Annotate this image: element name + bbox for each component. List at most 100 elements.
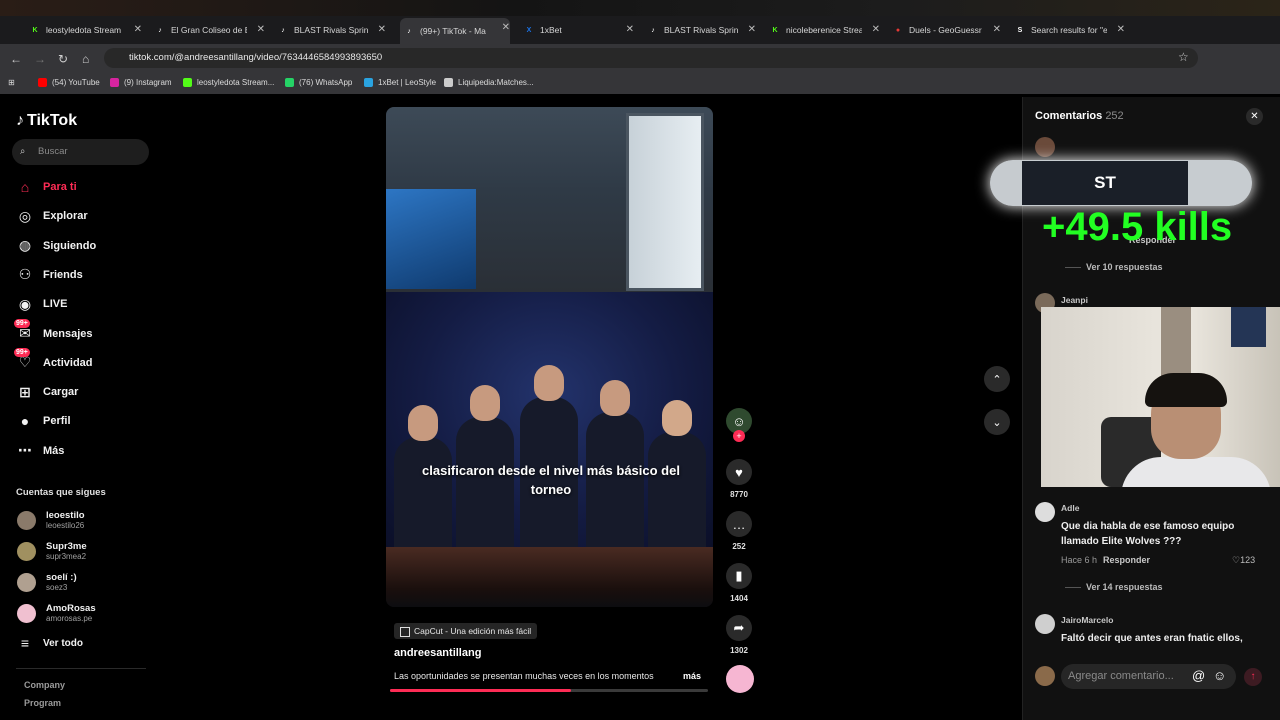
avatar[interactable] — [1035, 502, 1055, 522]
more-button[interactable]: más — [683, 671, 701, 681]
view-replies-button[interactable]: Ver 14 respuestas — [1065, 582, 1163, 592]
sidebar-item-live[interactable]: ◉ LIVE — [16, 295, 68, 313]
tab-close-icon[interactable]: ✕ — [502, 22, 510, 33]
browser-tab[interactable]: Kleostyledota Stream ✕ — [30, 20, 142, 40]
bookmark-item[interactable]: 1xBet | LeoStyle — [364, 78, 436, 87]
url-field[interactable]: tiktok.com/@andreesantillang/video/76344… — [104, 48, 1198, 68]
tab-close-icon[interactable]: ✕ — [257, 24, 265, 35]
emoji-icon[interactable]: ☺ — [1213, 668, 1226, 683]
bookmark-star-icon[interactable]: ☆ — [1178, 50, 1189, 64]
followed-account[interactable]: AmoRosas amorosas.pe — [17, 602, 96, 624]
bookmark-item[interactable]: Liquipedia:Matches... — [444, 78, 534, 87]
notification-badge: 99+ — [14, 318, 30, 328]
reply-button[interactable]: Responder — [1103, 555, 1150, 565]
tab-favicon-icon: ♪ — [158, 26, 162, 34]
tab-close-icon[interactable]: ✕ — [626, 24, 634, 35]
share-icon: ➦ — [726, 615, 752, 641]
compass-icon: ◎ — [18, 207, 32, 224]
account-name: leoestilo — [46, 509, 85, 521]
browser-tab[interactable]: S Search results for "el ✕ — [1015, 20, 1125, 40]
save-button[interactable]: ▮ 1404 — [726, 563, 752, 603]
bookmark-item[interactable]: (9) Instagram — [110, 78, 172, 87]
previous-video-button[interactable]: ⌃ — [984, 366, 1010, 392]
tab-close-icon[interactable]: ✕ — [748, 24, 756, 35]
send-comment-button[interactable]: ↑ — [1244, 668, 1262, 686]
view-replies-button[interactable]: Ver 10 respuestas — [1065, 262, 1163, 272]
comment-button[interactable]: … 252 — [726, 511, 752, 551]
music-disc-icon — [726, 665, 754, 693]
video-player[interactable] — [386, 107, 713, 607]
browser-tab[interactable]: ♪ BLAST Rivals Spring 2 ✕ — [648, 20, 756, 40]
tab-close-icon[interactable]: ✕ — [872, 24, 880, 35]
sidebar-item-label: Siguiendo — [43, 239, 97, 252]
footer-program-link[interactable]: Program — [24, 698, 61, 708]
comment-input[interactable]: Agregar comentario... — [1061, 664, 1236, 689]
sidebar-item-siguiendo[interactable]: ◍ Siguiendo — [16, 237, 96, 255]
comment-like[interactable]: ♡123 — [1232, 555, 1255, 566]
browser-tab[interactable]: ● Duels - GeoGuessr ✕ — [893, 20, 1001, 40]
sidebar-item-actividad[interactable]: ♡ 99+ Actividad — [14, 347, 93, 372]
close-comments-button[interactable]: ✕ — [1246, 108, 1263, 125]
tab-close-icon[interactable]: ✕ — [378, 24, 386, 35]
comment-user[interactable]: Jeanpi — [1061, 295, 1088, 305]
bookmarks-bar: ⊞ (54) YouTube (9) Instagram leostyledota … — [0, 72, 1280, 94]
like-button[interactable]: ♥ 8770 — [726, 459, 752, 499]
sidebar-item-friends[interactable]: ⚇ Friends — [16, 266, 83, 284]
next-video-button[interactable]: ⌄ — [984, 409, 1010, 435]
search-input[interactable]: ⌕ Buscar — [12, 139, 149, 165]
follow-plus-icon[interactable]: + — [733, 430, 745, 442]
webcam-poster — [1231, 307, 1266, 347]
mention-icon[interactable]: @ — [1192, 668, 1205, 683]
forward-icon[interactable]: → — [34, 52, 46, 66]
creator-avatar[interactable]: ☺ + — [726, 408, 752, 442]
tab-close-icon[interactable]: ✕ — [1117, 24, 1125, 35]
sidebar-item-perfil[interactable]: ● Perfil — [16, 412, 71, 430]
video-description: Las oportunidades se presentan muchas ve… — [394, 671, 654, 681]
sidebar-item-cargar[interactable]: ⊞ Cargar — [16, 383, 78, 401]
see-all-button[interactable]: ≡ Ver todo — [16, 634, 83, 652]
avatar[interactable] — [1035, 614, 1055, 634]
tab-label: BLAST Rivals Spring 2 — [664, 25, 738, 35]
tab-label: Search results for "el — [1031, 25, 1107, 35]
webcam-torso — [1121, 457, 1271, 487]
sidebar-item-para-ti[interactable]: ⌂ Para ti — [16, 178, 77, 196]
tiktok-logo[interactable]: ♪ TikTok — [16, 112, 77, 130]
footer-company-link[interactable]: Company — [24, 680, 65, 690]
tab-label: El Gran Coliseo de Be — [171, 25, 247, 35]
video-progress-bar[interactable] — [390, 689, 708, 692]
browser-tab[interactable]: ♪ El Gran Coliseo de Be ✕ — [155, 20, 265, 40]
bookmark-item[interactable]: leostyledota Stream... — [183, 78, 274, 87]
apps-icon[interactable]: ⊞ — [8, 78, 15, 87]
video-author[interactable]: andreesantillang — [394, 647, 481, 659]
sidebar-item-más[interactable]: ⋯ Más — [16, 442, 64, 460]
browser-tab[interactable]: X 1xBet ✕ — [524, 20, 634, 40]
avatar — [17, 572, 36, 592]
share-button[interactable]: ➦ 1302 — [726, 615, 752, 655]
tiktok-note-icon: ♪ — [16, 112, 24, 129]
bookmark-favicon-icon — [444, 78, 453, 87]
browser-tab[interactable]: ♪ BLAST Rivals Spring 2 ✕ — [278, 20, 386, 40]
sidebar-item-mensajes[interactable]: ✉ 99+ Mensajes — [14, 318, 93, 343]
browser-tab[interactable]: ♪ (99+) TikTok - Ma ✕ — [400, 18, 510, 44]
capcut-tag[interactable]: CapCut - Una edición más fácil — [394, 623, 538, 639]
home-icon: ⌂ — [20, 179, 30, 195]
browser-tab[interactable]: Knicoleberenice Stream ✕ — [770, 20, 880, 40]
followed-account[interactable]: Supr3me supr3mea2 — [17, 540, 87, 562]
avatar[interactable] — [1035, 137, 1055, 157]
comment-user[interactable]: Adle — [1061, 503, 1079, 513]
kills-overlay: +49.5 kills — [1042, 205, 1233, 249]
bookmark-item[interactable]: (76) WhatsApp — [285, 78, 352, 87]
back-icon[interactable]: ← — [10, 52, 22, 66]
home-browser-icon[interactable]: ⌂ — [82, 52, 89, 66]
followed-account[interactable]: leoestilo leoestilo26 — [17, 509, 85, 531]
sound-disc[interactable] — [726, 665, 754, 693]
reload-icon[interactable]: ↻ — [58, 52, 68, 66]
following-icon: ◍ — [18, 237, 32, 254]
bookmark-favicon-icon — [183, 78, 192, 87]
comment-user[interactable]: JairoMarcelo — [1061, 615, 1113, 625]
sidebar-item-explorar[interactable]: ◎ Explorar — [16, 207, 88, 225]
followed-account[interactable]: soelí :) soez3 — [17, 571, 77, 593]
bookmark-item[interactable]: (54) YouTube — [38, 78, 100, 87]
tab-close-icon[interactable]: ✕ — [993, 24, 1001, 35]
tab-close-icon[interactable]: ✕ — [134, 24, 142, 35]
